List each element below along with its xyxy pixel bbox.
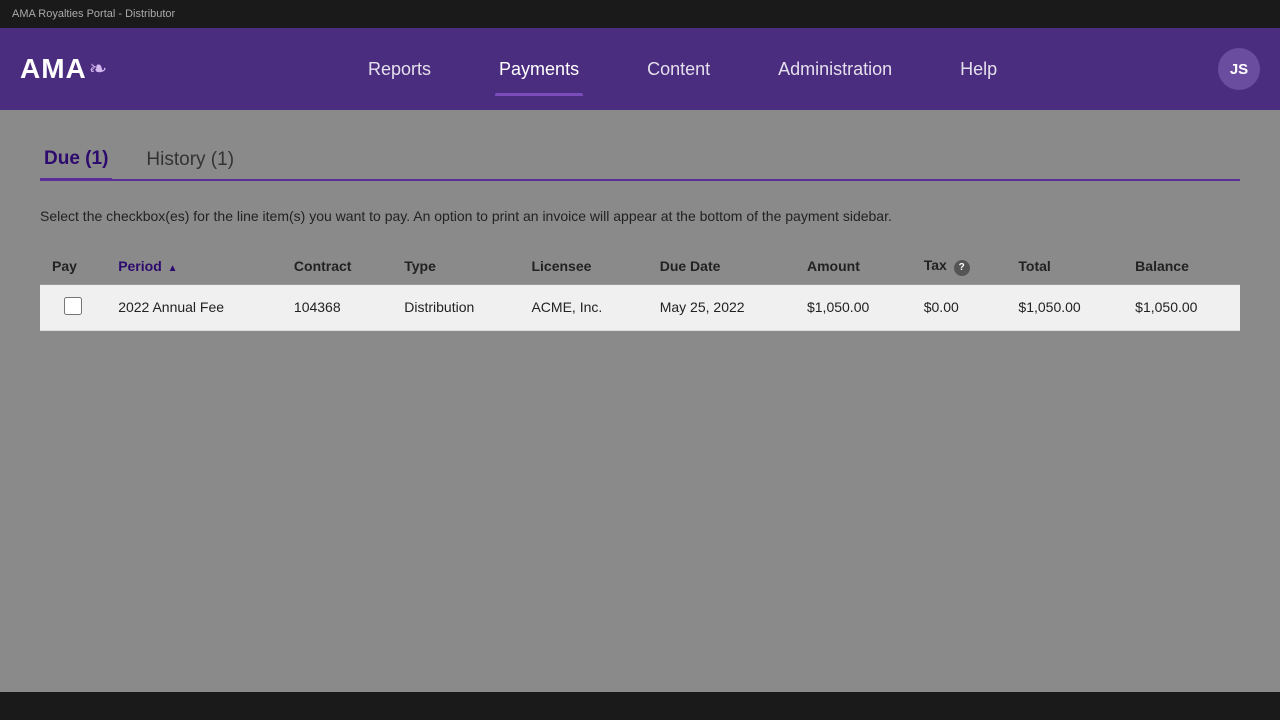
col-licensee: Licensee [519,249,647,284]
due-date-cell: May 25, 2022 [648,284,795,330]
col-type: Type [392,249,519,284]
table-row: 2022 Annual Fee 104368 Distribution ACME… [40,284,1240,330]
nav-item-reports[interactable]: Reports [364,51,435,88]
col-period[interactable]: Period ▲ [106,249,282,284]
tabs: Due (1) History (1) [40,140,1240,181]
bottom-bar [0,692,1280,720]
pay-checkbox[interactable] [64,297,82,315]
amount-cell: $1,050.00 [795,284,912,330]
tax-info-icon[interactable]: ? [954,260,970,276]
nav-item-content[interactable]: Content [643,51,714,88]
top-bar: AMA Royalties Portal - Distributor [0,0,1280,28]
col-due-date: Due Date [648,249,795,284]
logo-area: AMA ❧ [20,53,107,85]
balance-cell: $1,050.00 [1123,284,1240,330]
user-avatar[interactable]: JS [1218,48,1260,90]
tab-due[interactable]: Due (1) [40,140,112,181]
col-tax: Tax ? [912,249,1007,284]
tab-history[interactable]: History (1) [142,141,238,179]
col-total: Total [1006,249,1123,284]
nav-item-payments[interactable]: Payments [495,51,583,88]
type-cell: Distribution [392,284,519,330]
col-contract: Contract [282,249,392,284]
contract-cell: 104368 [282,284,392,330]
navbar: AMA ❧ Reports Payments Content Administr… [0,28,1280,110]
col-balance: Balance [1123,249,1240,284]
sort-arrow-period: ▲ [168,263,178,274]
nav-items: Reports Payments Content Administration … [147,51,1218,88]
nav-item-help[interactable]: Help [956,51,1001,88]
main-content: Due (1) History (1) Select the checkbox(… [0,110,1280,720]
col-pay: Pay [40,249,106,284]
nav-item-administration[interactable]: Administration [774,51,896,88]
licensee-cell: ACME, Inc. [519,284,647,330]
logo-icon: ❧ [89,56,107,82]
instruction-text: Select the checkbox(es) for the line ite… [40,206,1240,227]
payments-table: Pay Period ▲ Contract Type Licensee Due … [40,249,1240,331]
table-header-row: Pay Period ▲ Contract Type Licensee Due … [40,249,1240,284]
pay-cell[interactable] [40,284,106,330]
logo-text: AMA [20,53,87,85]
tax-cell: $0.00 [912,284,1007,330]
top-bar-text: AMA Royalties Portal - Distributor [12,8,175,20]
total-cell: $1,050.00 [1006,284,1123,330]
col-amount: Amount [795,249,912,284]
period-cell: 2022 Annual Fee [106,284,282,330]
